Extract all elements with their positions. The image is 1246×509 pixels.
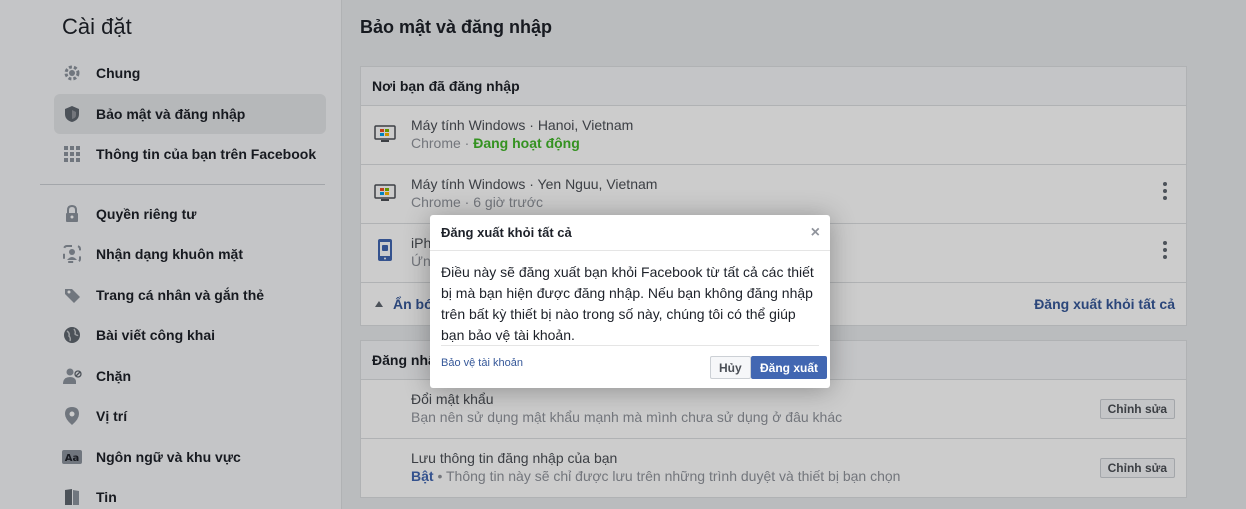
logout-button[interactable]: Đăng xuất — [751, 356, 828, 379]
dialog-header: Đăng xuất khỏi tất cả × — [430, 215, 830, 251]
dialog-footer: Bảo vệ tài khoản Hủy Đăng xuất — [430, 346, 830, 386]
protect-account-link[interactable]: Bảo vệ tài khoản — [441, 357, 523, 369]
close-icon[interactable]: × — [811, 225, 820, 241]
dialog-title: Đăng xuất khỏi tất cả — [441, 225, 572, 240]
logout-all-dialog: Đăng xuất khỏi tất cả × Điều này sẽ đăng… — [430, 215, 830, 388]
dialog-body: Điều này sẽ đăng xuất bạn khỏi Facebook … — [441, 264, 814, 343]
cancel-button[interactable]: Hủy — [710, 356, 751, 379]
